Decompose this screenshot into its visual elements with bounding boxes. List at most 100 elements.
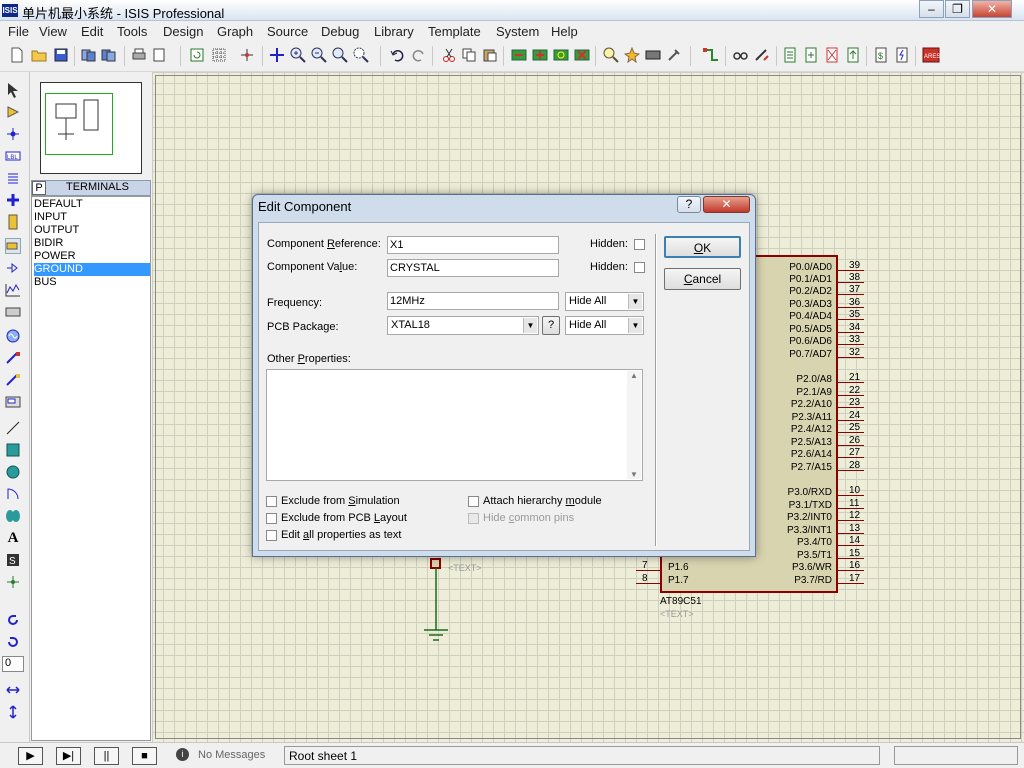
hide-common-pins-checkbox[interactable] <box>468 513 479 524</box>
dialog-help-button[interactable]: ? <box>677 196 701 213</box>
selection-mode-icon[interactable] <box>5 82 21 98</box>
zoom-all-icon[interactable] <box>331 46 349 64</box>
marker-2d-icon[interactable] <box>5 574 21 590</box>
terminal-item[interactable]: POWER <box>34 250 150 263</box>
text-script-icon[interactable] <box>5 170 21 186</box>
property-assign-icon[interactable] <box>753 46 771 64</box>
value-hidden-checkbox[interactable] <box>634 262 645 273</box>
ok-button[interactable]: OK <box>664 236 741 258</box>
line-2d-icon[interactable] <box>5 420 21 436</box>
block-move-icon[interactable] <box>531 46 549 64</box>
generator-mode-icon[interactable] <box>5 328 21 344</box>
block-rotate-icon[interactable] <box>552 46 570 64</box>
scroll-up-icon[interactable]: ▲ <box>627 371 641 380</box>
electrical-rule-check-icon[interactable] <box>893 46 911 64</box>
menu-tools[interactable]: Tools <box>117 24 147 39</box>
pcb-visibility-select[interactable]: Hide All ▼ <box>565 316 644 335</box>
graph-mode-icon[interactable] <box>5 282 21 298</box>
pcb-package-help-button[interactable]: ? <box>542 316 560 335</box>
menu-view[interactable]: View <box>39 24 67 39</box>
play-button[interactable]: ▶ <box>18 747 43 765</box>
pcb-package-select[interactable]: XTAL18 ▼ <box>387 316 539 335</box>
tape-recorder-icon[interactable] <box>5 304 21 320</box>
terminal-item-selected[interactable]: GROUND <box>34 263 150 276</box>
exclude-pcb-layout-checkbox[interactable] <box>266 513 277 524</box>
terminal-item[interactable]: BUS <box>34 276 150 289</box>
frequency-visibility-select[interactable]: Hide All ▼ <box>565 292 644 311</box>
grid-icon[interactable] <box>210 46 228 64</box>
menu-source[interactable]: Source <box>267 24 308 39</box>
exclude-simulation-checkbox[interactable] <box>266 496 277 507</box>
rotate-clockwise-icon[interactable] <box>5 612 21 628</box>
rotation-angle-input[interactable]: 0 <box>2 656 24 672</box>
edit-all-properties-checkbox[interactable] <box>266 530 277 541</box>
other-properties-textarea[interactable] <box>266 369 643 481</box>
junction-dot-icon[interactable] <box>5 126 21 142</box>
mirror-horizontal-icon[interactable] <box>5 682 21 698</box>
search-tag-icon[interactable] <box>732 46 750 64</box>
voltage-probe-icon[interactable] <box>5 350 21 366</box>
menu-file[interactable]: File <box>8 24 29 39</box>
ares-icon[interactable]: ARES <box>922 46 940 64</box>
bus-icon[interactable] <box>5 192 21 208</box>
wire-label-icon[interactable]: LBL <box>5 148 21 164</box>
new-sheet-icon[interactable] <box>781 46 799 64</box>
zoom-in-icon[interactable] <box>289 46 307 64</box>
reference-hidden-checkbox[interactable] <box>634 239 645 250</box>
paste-icon[interactable] <box>481 46 499 64</box>
dialog-close-button[interactable]: ✕ <box>703 196 750 213</box>
component-value-input[interactable]: CRYSTAL <box>387 259 559 277</box>
path-2d-icon[interactable] <box>5 508 21 524</box>
page-setup-icon[interactable] <box>150 46 168 64</box>
menu-library[interactable]: Library <box>374 24 414 39</box>
overview-window[interactable] <box>40 82 142 174</box>
print-icon[interactable] <box>130 46 148 64</box>
scroll-down-icon[interactable]: ▼ <box>627 470 641 479</box>
block-delete-icon[interactable] <box>573 46 591 64</box>
restore-button[interactable]: ❐ <box>945 0 970 18</box>
pan-icon[interactable] <box>268 46 286 64</box>
close-window-button[interactable]: ✕ <box>972 0 1012 18</box>
virtual-instruments-icon[interactable] <box>5 394 21 410</box>
delete-sheet-icon[interactable] <box>823 46 841 64</box>
attach-hierarchy-checkbox[interactable] <box>468 496 479 507</box>
packaging-icon[interactable] <box>644 46 662 64</box>
bill-of-materials-icon[interactable]: $ <box>872 46 890 64</box>
terminals-mode-icon[interactable] <box>5 238 21 254</box>
component-reference-input[interactable]: X1 <box>387 236 559 254</box>
save-icon[interactable] <box>52 46 70 64</box>
decompose-icon[interactable] <box>665 46 683 64</box>
device-pins-icon[interactable] <box>5 260 21 276</box>
import-icon[interactable] <box>80 46 98 64</box>
exit-to-parent-icon[interactable] <box>844 46 862 64</box>
menu-help[interactable]: Help <box>551 24 578 39</box>
box-2d-icon[interactable] <box>5 442 21 458</box>
new-file-icon[interactable] <box>8 46 26 64</box>
text-2d-icon[interactable]: A <box>5 530 21 546</box>
terminal-item[interactable]: BIDIR <box>34 237 150 250</box>
refresh-icon[interactable] <box>188 46 206 64</box>
menu-graph[interactable]: Graph <box>217 24 253 39</box>
pause-button[interactable]: || <box>94 747 119 765</box>
menu-edit[interactable]: Edit <box>81 24 103 39</box>
zoom-area-icon[interactable] <box>352 46 370 64</box>
menu-design[interactable]: Design <box>163 24 203 39</box>
stop-button[interactable]: ■ <box>132 747 157 765</box>
make-device-icon[interactable] <box>623 46 641 64</box>
origin-icon[interactable] <box>238 46 256 64</box>
undo-icon[interactable] <box>388 46 406 64</box>
export-icon[interactable] <box>100 46 118 64</box>
cut-icon[interactable] <box>440 46 458 64</box>
minimize-button[interactable]: – <box>919 0 944 18</box>
terminal-item[interactable]: INPUT <box>34 211 150 224</box>
add-sheet-icon[interactable] <box>802 46 820 64</box>
arc-2d-icon[interactable] <box>5 486 21 502</box>
zoom-out-icon[interactable] <box>310 46 328 64</box>
component-mode-icon[interactable] <box>5 104 21 120</box>
circle-2d-icon[interactable] <box>5 464 21 480</box>
symbol-2d-icon[interactable]: S <box>5 552 21 568</box>
step-button[interactable]: ▶| <box>56 747 81 765</box>
wire-autorouter-icon[interactable] <box>702 46 720 64</box>
frequency-input[interactable]: 12MHz <box>387 292 559 310</box>
menu-system[interactable]: System <box>496 24 539 39</box>
